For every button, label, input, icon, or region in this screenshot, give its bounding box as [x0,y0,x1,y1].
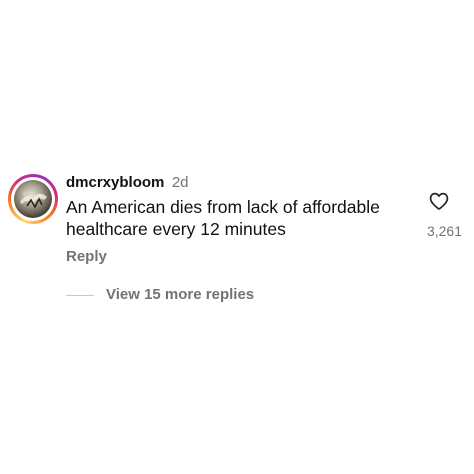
reply-button[interactable]: Reply [66,247,107,267]
comment-header: dmcrxybloom 2d [66,173,189,193]
comment-text: An American dies from lack of affordable… [66,197,380,239]
avatar-story-ring[interactable] [8,174,58,224]
comment: dmcrxybloom 2d An American dies from lac… [0,0,474,474]
view-more-replies-button[interactable]: View 15 more replies [106,285,254,305]
avatar[interactable] [14,180,52,218]
username-link[interactable]: dmcrxybloom [66,174,164,191]
like-count: 3,261 [426,223,462,239]
avatar-ring-gap [11,177,55,221]
heart-outline-icon[interactable] [428,190,450,212]
comment-timestamp: 2d [171,174,189,191]
replies-divider-line [66,295,94,296]
avatar-image [20,191,47,209]
